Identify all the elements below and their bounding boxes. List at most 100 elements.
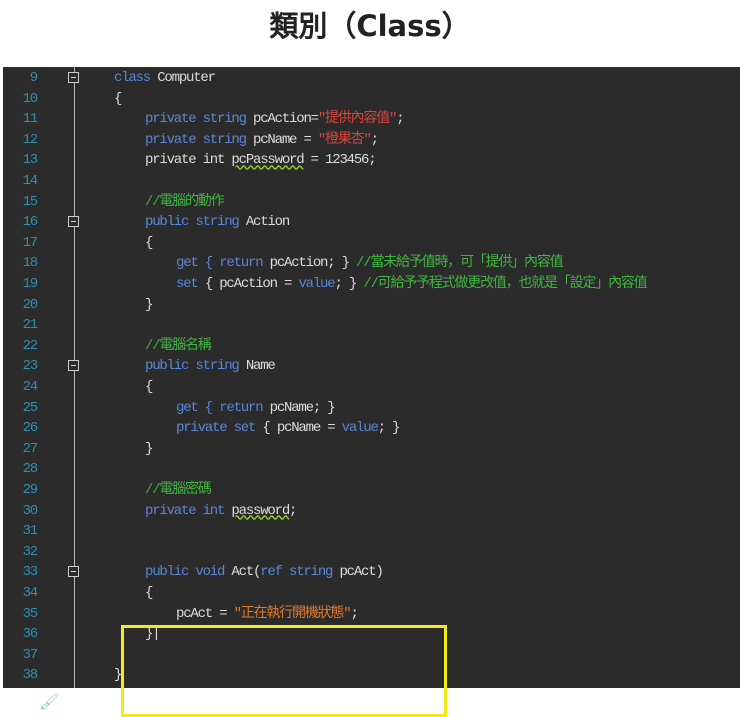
collapse-icon[interactable] [68, 360, 79, 372]
code-token: = 123456; [303, 152, 377, 169]
code-token: private string [145, 131, 254, 148]
code-line[interactable]: 31 [3, 521, 740, 541]
collapse-icon[interactable] [68, 216, 79, 228]
code-token: public string [145, 214, 246, 231]
code-line[interactable]: 34 { [3, 583, 740, 603]
code-line[interactable]: 14 [3, 171, 740, 191]
code-token: Computer [157, 70, 216, 86]
code-token: public void [145, 564, 232, 581]
code-token: ; } [334, 276, 364, 292]
code-token: pcName = [253, 131, 318, 148]
code-token: private set [176, 420, 263, 437]
code-token: ; [289, 502, 297, 519]
line-number: 11 [22, 111, 39, 128]
code-line[interactable]: 22 //電腦名稱 [3, 336, 740, 356]
code-line[interactable]: 24 { [3, 377, 740, 397]
code-line[interactable]: 21 [3, 315, 740, 335]
code-token: pcAct = [176, 605, 234, 622]
code-line[interactable]: 35 pcAct = "正在執行開機狀態"; [3, 604, 740, 624]
code-text: public void Act(ref string pcAct) [145, 562, 384, 582]
code-token: private int [145, 152, 232, 169]
code-token: ; [350, 605, 358, 622]
line-number: 32 [22, 543, 39, 560]
line-number: 15 [22, 193, 39, 210]
code-line[interactable]: 17 { [3, 233, 740, 253]
code-line[interactable]: 10 { [3, 89, 740, 109]
code-token: Action [245, 214, 290, 231]
code-line[interactable]: 27} [3, 439, 740, 459]
line-number: 20 [22, 296, 39, 313]
code-editor[interactable]: 9 class Computer 10 {11 private string pcAct… [3, 67, 740, 717]
code-token: { [145, 379, 153, 395]
code-line[interactable]: 19 set { pcAction = value; } //可給予予程式做更改值… [3, 274, 740, 294]
code-line[interactable]: 12 private string pcName = "橙果杏"; [3, 130, 740, 150]
code-token: private string [145, 111, 254, 128]
code-line[interactable]: 23 public string Name [3, 356, 740, 376]
code-text: { [145, 377, 153, 397]
code-text: private set { pcName = value; } [176, 418, 401, 438]
code-line[interactable]: 15 //電腦的動作 [3, 192, 740, 212]
highlight-box [121, 625, 447, 717]
line-number: 26 [22, 420, 39, 437]
code-token: ref string [260, 564, 340, 581]
line-number: 36 [22, 626, 39, 643]
code-text: //電腦名稱 [145, 336, 212, 356]
code-token: pcAction; } [269, 255, 357, 272]
line-number: 29 [22, 482, 39, 498]
line-number: 31 [22, 523, 39, 540]
code-text: public string Name [145, 356, 276, 376]
collapse-icon[interactable] [68, 72, 79, 83]
code-token: Act( [231, 564, 261, 581]
code-line[interactable]: 18 get { return pcAction; } //當未給予值時，可「提供… [3, 253, 740, 273]
code-line[interactable]: 28 [3, 459, 740, 479]
code-token: ; } [377, 420, 401, 437]
code-line[interactable]: 20} [3, 295, 740, 315]
code-line[interactable]: 16 public string Action [3, 212, 740, 232]
line-number: 9 [29, 70, 38, 86]
code-token: { [114, 90, 122, 107]
code-token: //當未給予值時，可「提供」內容值 [356, 255, 564, 272]
code-token: { pcAction = [204, 276, 299, 292]
code-token: pcPassword [231, 152, 304, 169]
line-number: 25 [22, 399, 39, 416]
code-token: class [114, 70, 158, 86]
code-text: class Computer [114, 68, 216, 88]
code-token: pcAction= [253, 111, 319, 128]
code-text: { [114, 89, 122, 109]
code-token: value [298, 276, 335, 292]
code-text: //電腦的動作 [145, 192, 225, 212]
code-token: ; [396, 111, 404, 128]
line-number: 21 [22, 317, 39, 334]
code-token: { pcName = [262, 420, 342, 437]
code-line[interactable]: 32 [3, 542, 740, 562]
code-text: private int pcPassword = 123456; [145, 150, 377, 170]
code-token: "正在執行開機狀態" [233, 605, 352, 622]
code-line[interactable]: 9 class Computer [3, 68, 740, 88]
code-line[interactable]: 29 //電腦密碼 [3, 480, 740, 500]
code-text: private int password; [145, 501, 297, 521]
code-text: { [145, 233, 153, 253]
code-line[interactable]: 25 get { return pcName; } [3, 398, 740, 418]
code-token: } [145, 296, 153, 313]
code-text: public string Action [145, 212, 290, 232]
code-line[interactable]: 33 public void Act(ref string pcAct) [3, 562, 740, 582]
collapse-icon[interactable] [68, 566, 79, 578]
code-token: public string [145, 358, 246, 375]
line-number: 37 [22, 646, 39, 663]
code-line[interactable]: 11 private string pcAction="提供內容值"; [3, 109, 740, 129]
code-line[interactable]: 26 private set { pcName = value; } [3, 418, 740, 438]
line-number: 19 [22, 276, 39, 292]
code-token: ; [370, 131, 379, 148]
code-line[interactable]: 30 private int password; [3, 501, 740, 521]
line-number: 33 [22, 564, 39, 581]
code-line[interactable]: 13 private int pcPassword = 123456; [3, 150, 740, 170]
code-token: get { return [176, 399, 270, 416]
quick-action-brush-icon[interactable]: 🖌 [39, 692, 59, 712]
line-number: 17 [22, 234, 39, 251]
code-token: "提供內容值" [317, 111, 398, 128]
code-token: private int [145, 502, 232, 519]
line-number: 18 [22, 255, 39, 272]
code-token: pcAct) [339, 564, 383, 581]
line-number: 16 [22, 214, 39, 231]
code-text: } [145, 439, 153, 459]
